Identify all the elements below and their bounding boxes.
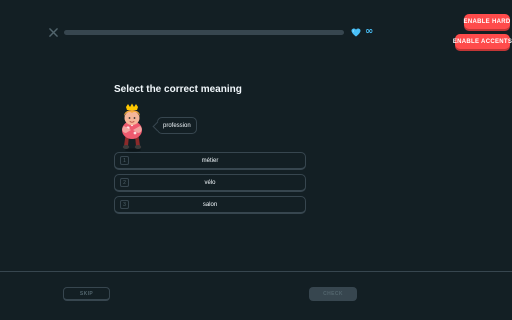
skip-button[interactable]: SKIP — [63, 287, 110, 301]
choice-number: 3 — [120, 200, 129, 209]
progress-bar — [64, 30, 344, 35]
character-illustration — [122, 103, 142, 152]
close-icon — [48, 27, 58, 37]
enable-hard-button[interactable]: ENABLE HARD — [464, 14, 510, 29]
choice-number: 2 — [120, 178, 129, 187]
heart-icon — [351, 28, 361, 36]
choice-text: vélo — [204, 179, 216, 186]
close-button[interactable] — [47, 26, 59, 38]
choice-text: métier — [201, 157, 219, 164]
choice-number: 1 — [120, 156, 129, 165]
prompt-bubble: profession — [157, 117, 197, 134]
check-button[interactable]: CHECK — [309, 287, 357, 301]
footer-divider — [0, 271, 512, 272]
top-bar: ∞ — [0, 0, 512, 64]
hearts-counter: ∞ — [351, 26, 373, 38]
choice-list: 1 métier 2 vélo 3 salon — [114, 152, 306, 218]
choice-option[interactable]: 1 métier — [114, 152, 306, 170]
prompt-word: profession — [163, 122, 191, 129]
choice-option[interactable]: 2 vélo — [114, 174, 306, 192]
hearts-count: ∞ — [365, 26, 374, 37]
choice-text: salon — [202, 201, 218, 208]
enable-accents-button[interactable]: ENABLE ACCENTS — [453, 34, 512, 49]
choice-option[interactable]: 3 salon — [114, 196, 306, 214]
challenge-title: Select the correct meaning — [114, 84, 242, 95]
